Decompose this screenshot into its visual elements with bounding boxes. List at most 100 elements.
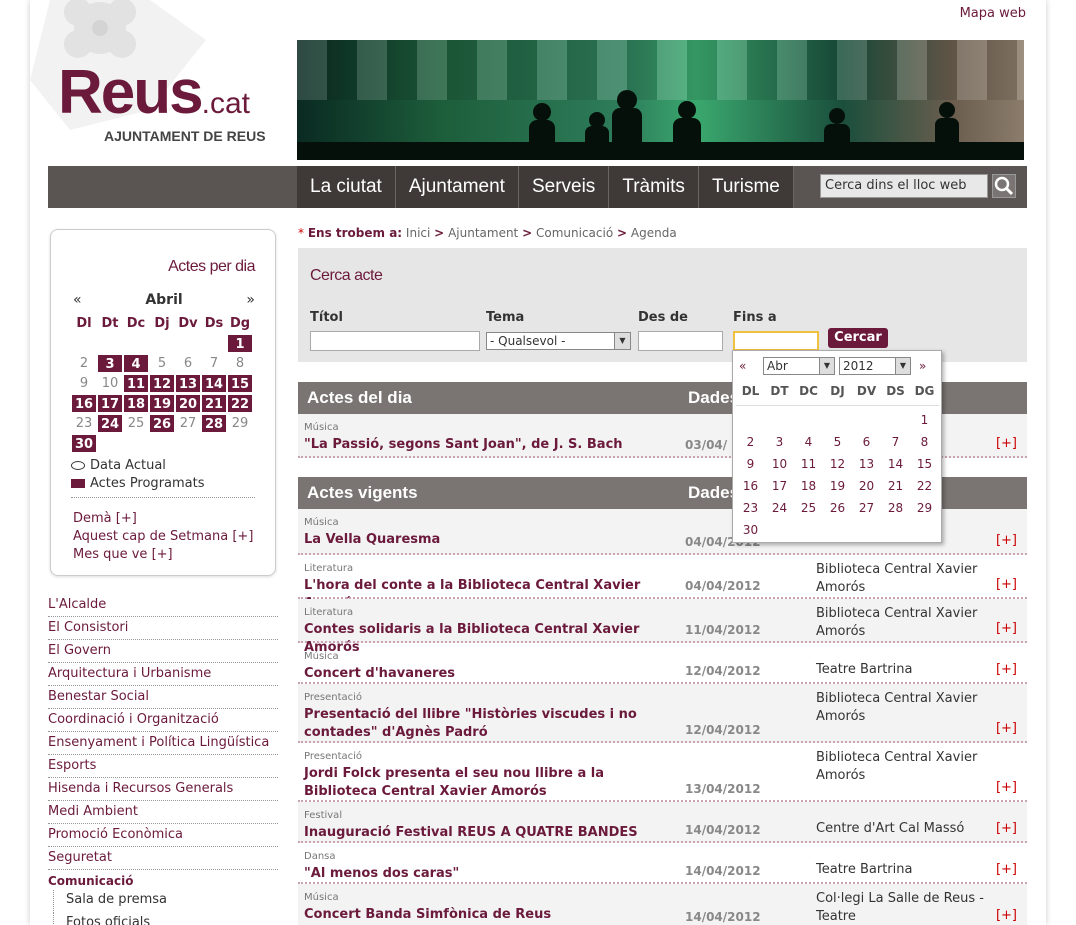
calendar-day[interactable]: 28 [201,414,227,433]
picker-prev-month[interactable]: « [739,359,746,373]
event-more-link[interactable]: [+] [996,862,1017,877]
calendar-day[interactable]: 3 [97,354,123,373]
left-menu-item[interactable]: L'Alcalde [48,594,278,617]
picker-day[interactable]: 18 [794,475,823,497]
picker-day[interactable]: 7 [881,431,910,453]
sitemap-link[interactable]: Mapa web [960,6,1026,21]
event-title-link[interactable]: Jordi Folck presenta el seu nou llibre a… [304,765,679,801]
picker-day[interactable]: 15 [910,453,939,475]
calendar-day[interactable]: 24 [97,414,123,433]
event-title-link[interactable]: La Vella Quaresma [304,531,679,549]
search-submit-button[interactable]: Cercar [828,328,888,348]
event-more-link[interactable]: [+] [996,721,1017,736]
calendar-day[interactable]: 18 [123,394,149,413]
picker-day[interactable]: 19 [823,475,852,497]
event-title-link[interactable]: "Al menos dos caras" [304,865,679,883]
picker-day[interactable]: 12 [823,453,852,475]
calendar-day[interactable]: 4 [123,354,149,373]
nav-ajuntament[interactable]: Ajuntament [396,166,519,208]
nav-la-ciutat[interactable]: La ciutat [297,166,396,208]
event-title-link[interactable]: "La Passió, segons Sant Joan", de J. S. … [304,436,679,454]
event-more-link[interactable]: [+] [996,821,1017,836]
to-date-input[interactable] [733,331,819,351]
left-menu-subitem[interactable]: Sala de premsa [53,890,278,913]
calendar-day[interactable]: 1 [227,334,253,353]
picker-next-month[interactable]: » [919,359,926,373]
quick-link-weekend[interactable]: Aquest cap de Setmana [+] [73,528,253,546]
calendar-day[interactable]: 26 [149,414,175,433]
left-menu-item[interactable]: Benestar Social [48,686,278,709]
calendar-day[interactable]: 15 [227,374,253,393]
calendar-day[interactable]: 14 [201,374,227,393]
picker-day[interactable]: 4 [794,431,823,453]
picker-day[interactable]: 11 [794,453,823,475]
picker-day[interactable]: 21 [881,475,910,497]
picker-day[interactable]: 24 [765,497,794,519]
calendar-day[interactable]: 22 [227,394,253,413]
calendar-prev-month[interactable]: « [73,292,82,308]
event-more-link[interactable]: [+] [996,662,1017,677]
breadcrumb-comunicacio[interactable]: Comunicació [536,226,613,240]
nav-tramits[interactable]: Tràmits [609,166,699,208]
breadcrumb-inici[interactable]: Inici [406,226,430,240]
event-title-link[interactable]: Concert Banda Simfònica de Reus [304,906,679,924]
breadcrumb-ajuntament[interactable]: Ajuntament [448,226,518,240]
event-more-link[interactable]: [+] [996,577,1017,592]
event-more-link[interactable]: [+] [996,780,1017,795]
left-menu-item-current[interactable]: Comunicació [48,870,278,890]
left-menu-item[interactable]: Coordinació i Organització [48,709,278,732]
left-menu-item[interactable]: Promoció Econòmica [48,824,278,847]
event-title-link[interactable]: Concert d'havaneres [304,665,679,683]
event-more-link[interactable]: [+] [996,436,1017,451]
quick-link-tomorrow[interactable]: Demà [+] [73,510,253,528]
left-menu-item[interactable]: Arquitectura i Urbanisme [48,663,278,686]
left-menu-subitem[interactable]: Fotos oficials [53,913,278,925]
picker-day[interactable]: 22 [910,475,939,497]
left-menu-item[interactable]: El Consistori [48,617,278,640]
left-menu-item[interactable]: El Govern [48,640,278,663]
calendar-day[interactable]: 13 [175,374,201,393]
picker-day[interactable]: 6 [852,431,881,453]
left-menu-item[interactable]: Ensenyament i Política Lingüística [48,732,278,755]
picker-day[interactable]: 10 [765,453,794,475]
picker-day[interactable]: 13 [852,453,881,475]
nav-turisme[interactable]: Turisme [699,166,794,208]
site-search-button[interactable] [992,174,1016,198]
left-menu-item[interactable]: Esports [48,755,278,778]
from-date-input[interactable] [638,331,723,351]
picker-year-select[interactable]: 2012 ▼ [839,357,911,375]
site-logo[interactable]: Reus.cat [58,62,250,124]
left-menu-item[interactable]: Medi Ambient [48,801,278,824]
picker-day[interactable]: 2 [736,431,765,453]
quick-link-next-month[interactable]: Mes que ve [+] [73,546,253,564]
picker-day[interactable]: 16 [736,475,765,497]
calendar-day[interactable]: 11 [123,374,149,393]
event-title-link[interactable]: Inauguració Festival REUS A QUATRE BANDE… [304,824,679,842]
picker-day[interactable]: 1 [910,409,939,431]
picker-day[interactable]: 25 [794,497,823,519]
left-menu-item[interactable]: Seguretat [48,847,278,870]
calendar-day[interactable]: 17 [97,394,123,413]
event-title-link[interactable]: Presentació del llibre "Històries viscud… [304,706,679,742]
calendar-day[interactable]: 21 [201,394,227,413]
picker-day[interactable]: 5 [823,431,852,453]
theme-select[interactable]: - Qualsevol - ▼ [486,332,631,350]
picker-day[interactable]: 20 [852,475,881,497]
calendar-day[interactable]: 19 [149,394,175,413]
calendar-day[interactable]: 30 [71,434,97,453]
picker-month-select[interactable]: Abr ▼ [763,357,835,375]
title-input[interactable] [310,331,480,351]
calendar-next-month[interactable]: » [246,292,255,308]
calendar-day[interactable]: 16 [71,394,97,413]
picker-day[interactable]: 28 [881,497,910,519]
picker-day[interactable]: 17 [765,475,794,497]
picker-day[interactable]: 29 [910,497,939,519]
event-more-link[interactable]: [+] [996,908,1017,923]
site-search-input[interactable]: Cerca dins el lloc web [820,174,988,198]
picker-day[interactable]: 9 [736,453,765,475]
nav-serveis[interactable]: Serveis [519,166,610,208]
event-more-link[interactable]: [+] [996,621,1017,636]
picker-day[interactable]: 26 [823,497,852,519]
left-menu-item[interactable]: Hisenda i Recursos Generals [48,778,278,801]
event-more-link[interactable]: [+] [996,533,1017,548]
